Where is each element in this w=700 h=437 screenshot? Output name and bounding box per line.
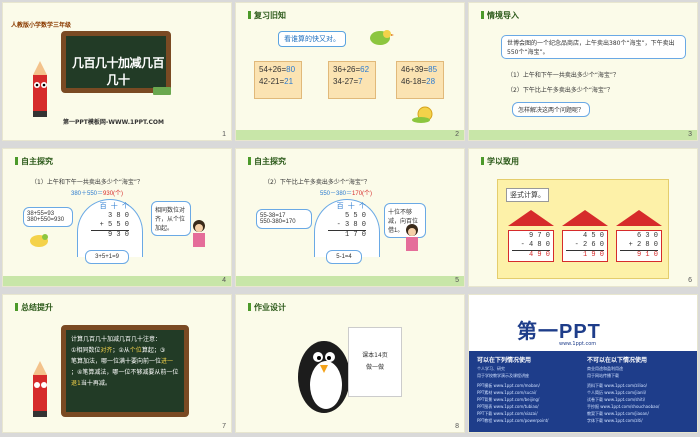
slide-title: 复习旧知 — [254, 11, 286, 20]
slide-number: 3 — [688, 131, 692, 138]
story-box: 世博会图的一个纪念品商店，上午卖出380个“海宝”，下午卖出550个“海宝”。 — [501, 35, 686, 59]
pencil-mascot-icon — [33, 361, 47, 417]
slide-thumbnail-3[interactable]: 情境导入 世博会图的一个纪念品商店，上午卖出380个“海宝”，下午卖出550个“… — [468, 2, 698, 141]
slide-thumbnail-9[interactable]: 第一PPT www.1ppt.com 可以在下列情况使用 不可以在以下情况使用 … — [468, 294, 698, 433]
penguin-icon — [298, 341, 350, 413]
brand-label: 人教版小学数学三年级 — [11, 22, 72, 29]
forbidden-title: 不可以在以下情况使用 — [587, 357, 648, 364]
slide-title: 学以致用 — [487, 157, 519, 166]
slide-title: 情境导入 — [487, 11, 519, 20]
slide-thumbnail-7[interactable]: 总结提升 计算几百几十加减几百几十注意： ①相同数位对齐；②从个位算起；③ 笔算… — [2, 294, 232, 433]
slide-footer — [236, 276, 464, 286]
slide-number: 4 — [222, 277, 226, 284]
slide-number: 1 — [222, 131, 226, 138]
question-2: （2）下午比上午多卖出多少个“海宝”？ — [507, 87, 614, 94]
slide-title: 自主探究 — [21, 157, 53, 166]
header-accent — [15, 157, 18, 165]
mental-calc-bubble: 55-38=17 550-380=170 — [256, 209, 312, 229]
header-accent — [248, 11, 251, 19]
homework-note: 课本14页 做一做 — [348, 327, 402, 397]
practice-card-2: 36+26=62 34-27=7 — [328, 61, 376, 99]
practice-card-1: 54+26=80 42-21=21 — [254, 61, 302, 99]
summary-chalkboard: 计算几百几十加减几百几十注意： ①相同数位对齐；②从个位算起；③ 笔算加法，哪一… — [61, 325, 189, 417]
teacher-icon — [406, 224, 418, 251]
snail-icon — [412, 106, 433, 123]
prompt-bubble: 怎样解决这两个问题呢？ — [512, 102, 591, 117]
board-title: 几百几十加减几百几十 — [72, 56, 165, 87]
ppt-url: www.1ppt.com — [559, 341, 597, 347]
exercise-board: 竖式计算。 9 7 0- 4 8 0 4 9 0 4 5 0- 2 6 0 1 … — [497, 179, 669, 279]
eraser-icon — [153, 87, 171, 95]
allowed-title: 可以在下列情况使用 — [477, 357, 532, 364]
slide-thumbnail-8[interactable]: 作业设计 课本14页 做一做 8 — [235, 294, 465, 433]
instruction-tag: 看谁算的快又对。 — [278, 31, 346, 47]
slide-thumbnail-2[interactable]: 复习旧知 看谁算的快又对。 54+26=80 42-21=21 36+26=62… — [235, 2, 465, 141]
equation: 380＋550＝930(个) — [71, 191, 124, 197]
chalkboard: 几百几十加减几百几十 — [61, 31, 171, 93]
vertical-calc: 百 十 个 3 8 0 + 5 5 0 9 3 0 — [91, 203, 129, 240]
borrow-bubble: 5-1=4 — [326, 250, 362, 264]
sub-question: （1）上午和下午一共卖出多少个“海宝”？ — [31, 179, 144, 186]
vertical-calc: 百 十 个 5 5 0 - 3 8 0 1 7 0 — [328, 203, 366, 240]
slide-number: 5 — [455, 277, 459, 284]
usage-band: 可以在下列情况使用 不可以在以下情况使用 个人学习、研究 用于学校教学演示及课程… — [469, 351, 697, 432]
slide-sorter-grid: 人教版小学数学三年级 几百几十加减几百几十 第一PPT模板网-WWW.1PPT.… — [0, 0, 700, 437]
header-accent — [248, 157, 251, 165]
slide-thumbnail-6[interactable]: 学以致用 竖式计算。 9 7 0- 4 8 0 4 9 0 4 5 0- 2 6… — [468, 148, 698, 287]
slide-thumbnail-1[interactable]: 人教版小学数学三年级 几百几十加减几百几十 第一PPT模板网-WWW.1PPT.… — [2, 2, 232, 141]
slide-number: 7 — [222, 423, 226, 430]
slide-thumbnail-4[interactable]: 自主探究 （1）上午和下午一共卖出多少个“海宝”？ 380＋550＝930(个)… — [2, 148, 232, 287]
slide-thumbnail-5[interactable]: 自主探究 （2）下午比上午多卖出多少个“海宝”？ 550－380＝170(个) … — [235, 148, 465, 287]
ppt-logo: 第一PPT — [517, 321, 601, 343]
bird-icon — [30, 234, 48, 247]
hint-bubble: 相同数位对齐，从个位加起。 — [151, 201, 191, 236]
slide-number: 2 — [455, 131, 459, 138]
site-label: 第一PPT模板网-WWW.1PPT.COM — [63, 119, 164, 126]
problem-house-3: 6 3 0 + 2 8 0 9 1 0 — [616, 210, 662, 266]
sub-question: （2）下午比上午多卖出多少个“海宝”？ — [264, 179, 371, 186]
header-accent — [15, 303, 18, 311]
question-1: （1）上午和下午一共卖出多少个“海宝”？ — [507, 72, 620, 79]
problem-house-2: 4 5 0- 2 6 0 1 9 0 — [562, 210, 608, 266]
slide-footer — [236, 130, 464, 140]
carry-bubble: 3+5+1=9 — [85, 250, 129, 264]
header-accent — [248, 303, 251, 311]
slide-title: 自主探究 — [254, 157, 286, 166]
slide-title: 总结提升 — [21, 303, 53, 312]
header-accent — [481, 157, 484, 165]
practice-card-3: 46+39=85 46-18=28 — [396, 61, 444, 99]
slide-number: 6 — [688, 277, 692, 284]
teacher-icon — [193, 220, 205, 247]
header-accent — [481, 11, 484, 19]
equation: 550－380＝170(个) — [320, 191, 373, 197]
slide-number: 8 — [455, 423, 459, 430]
pencil-mascot-icon — [33, 61, 47, 117]
slide-footer — [469, 130, 697, 140]
mental-calc-bubble: 38+55=93 380+550=930 — [23, 207, 73, 227]
exercise-label: 竖式计算。 — [506, 188, 549, 202]
slide-title: 作业设计 — [254, 303, 286, 312]
problem-house-1: 9 7 0- 4 8 0 4 9 0 — [508, 210, 554, 266]
bird-icon — [370, 30, 394, 45]
slide-footer — [3, 276, 231, 286]
